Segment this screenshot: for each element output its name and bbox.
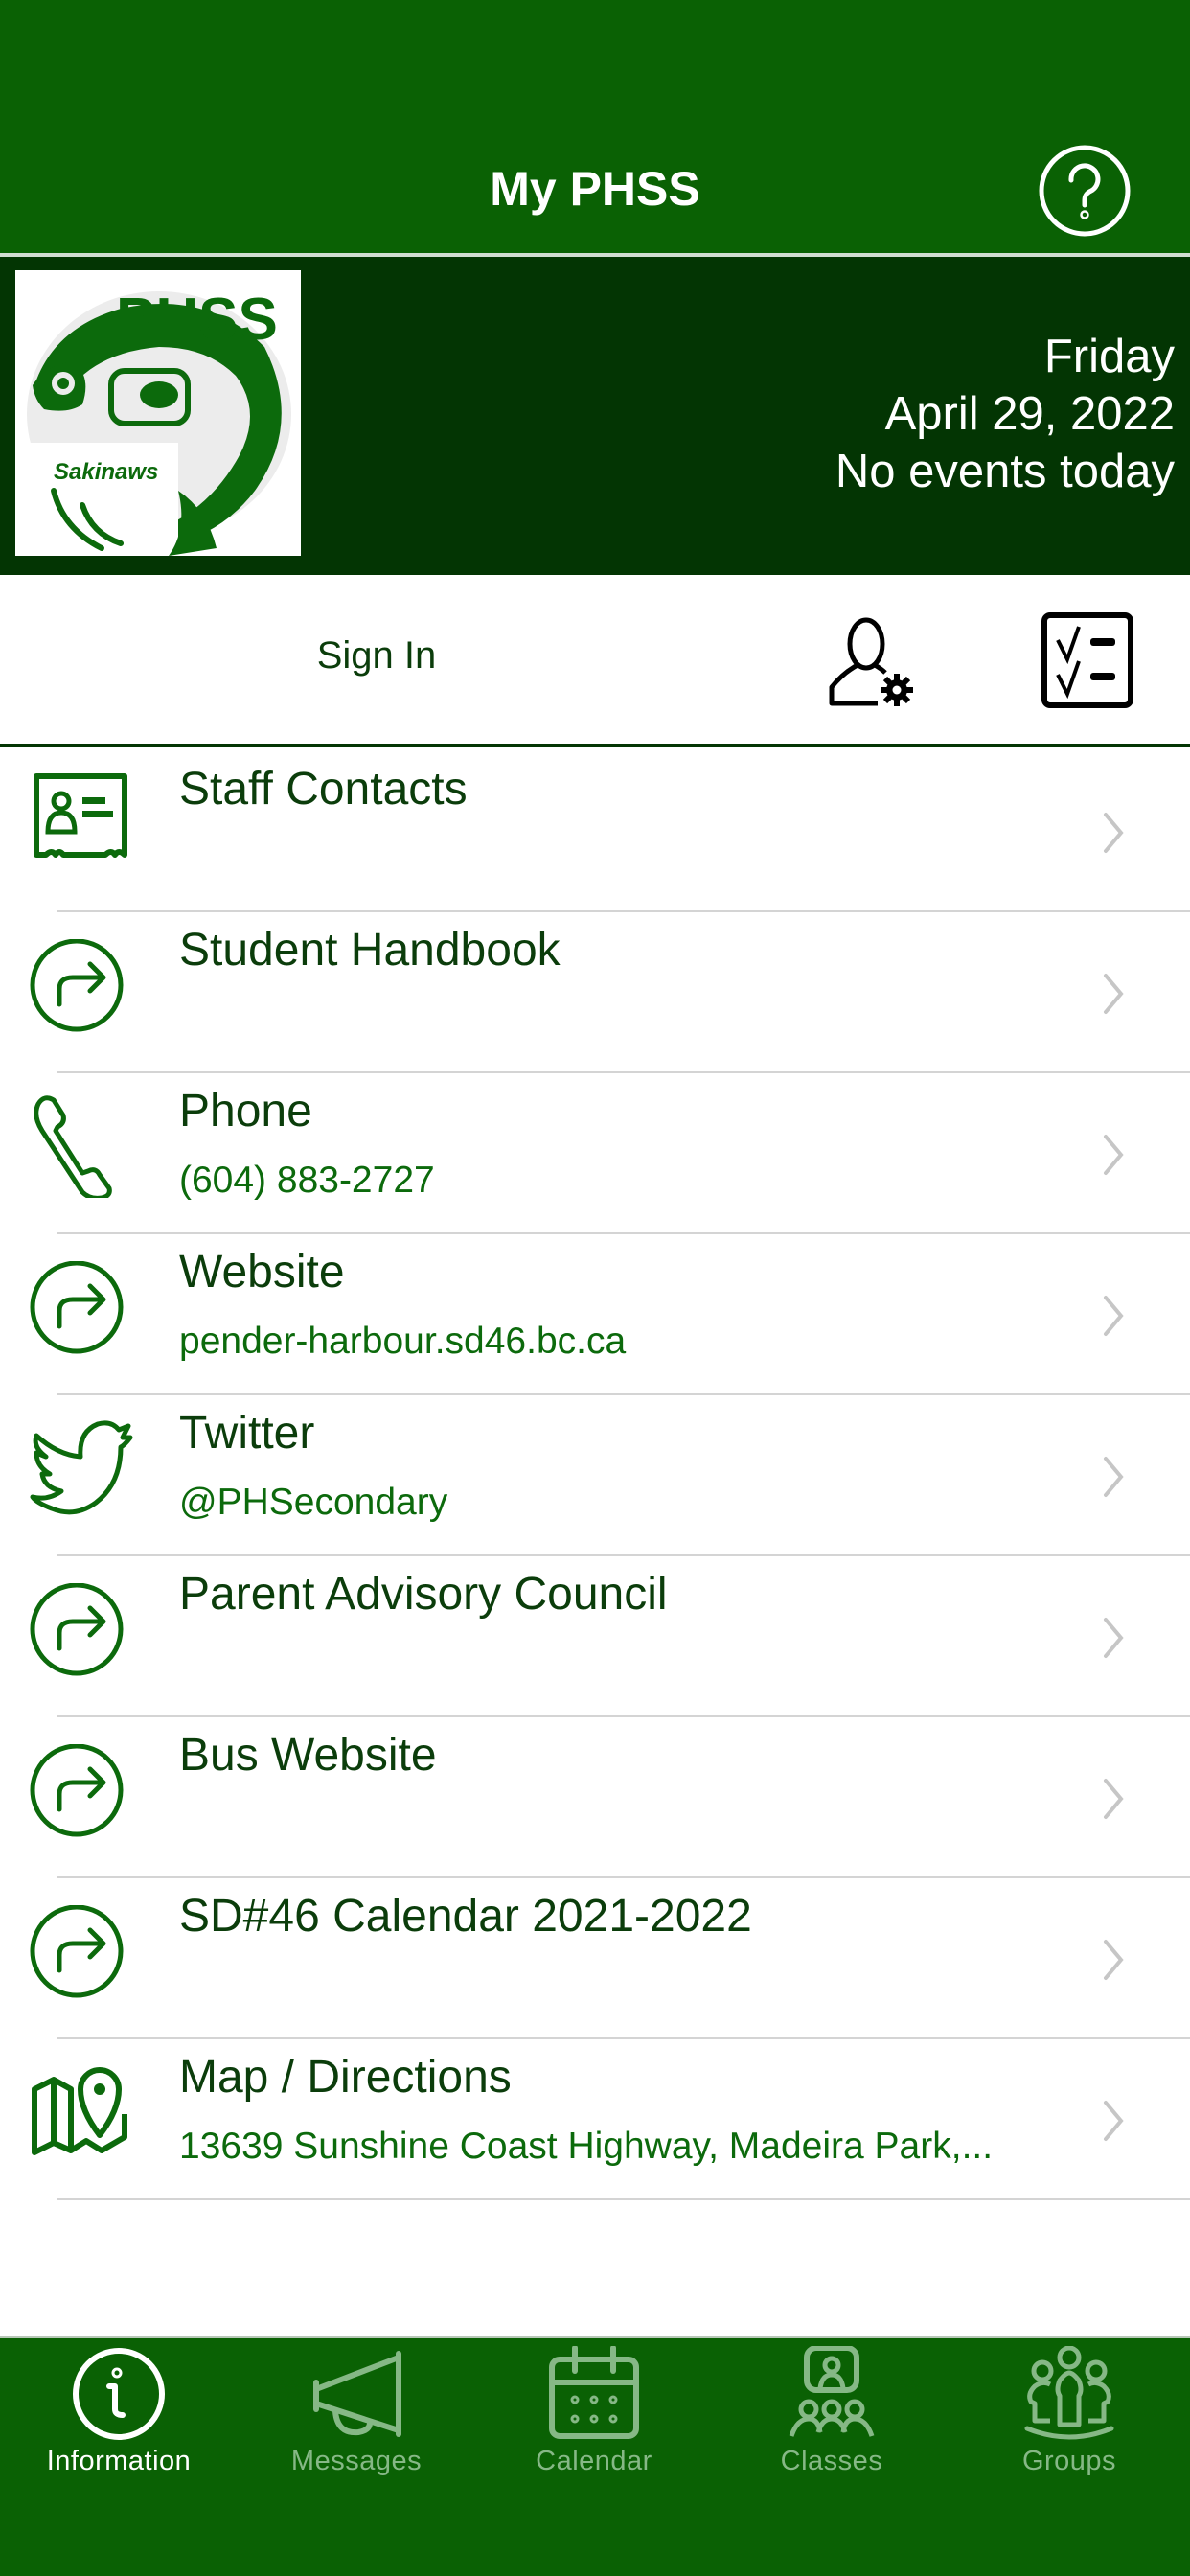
date-info: Friday April 29, 2022 No events today (835, 328, 1175, 500)
chevron-right-icon (1104, 1135, 1124, 1175)
list-item-twitter[interactable]: Twitter @PHSecondary (0, 1395, 1190, 1556)
logo-sakinaws-text: Sakinaws (54, 459, 158, 485)
chevron-right-icon (1104, 2101, 1124, 2141)
list-item-title: Parent Advisory Council (179, 1569, 668, 1620)
list-item-student-handbook[interactable]: Student Handbook (0, 912, 1190, 1073)
chevron-right-icon (1104, 1296, 1124, 1336)
chevron-right-icon (1104, 1940, 1124, 1980)
chevron-right-icon (1104, 1618, 1124, 1658)
list-item-title: Phone (179, 1086, 312, 1137)
external-link-icon (30, 939, 124, 1032)
list-item-title: Bus Website (179, 1730, 437, 1781)
tab-groups[interactable]: Groups (950, 2338, 1188, 2501)
logo-phss-text: PHSS (116, 287, 278, 353)
list-item-subtitle: @PHSecondary (179, 1482, 448, 1523)
list-item-title: SD#46 Calendar 2021-2022 (179, 1891, 752, 1942)
salmon-logo-icon: PHSS Sakinaws (15, 287, 291, 556)
map-pin-icon (32, 2067, 127, 2155)
list-item-title: Website (179, 1247, 345, 1298)
user-settings-icon (829, 617, 913, 706)
list-item-sd46-calendar[interactable]: SD#46 Calendar 2021-2022 (0, 1878, 1190, 2039)
school-logo: PHSS Sakinaws (15, 270, 301, 556)
tab-label: Classes (780, 2446, 883, 2476)
list-item-subtitle: 13639 Sunshine Coast Highway, Madeira Pa… (179, 2126, 994, 2167)
list-item-bus-website[interactable]: Bus Website (0, 1717, 1190, 1878)
chevron-right-icon (1104, 974, 1124, 1014)
info-list: Staff Contacts Student Handbook Phone (6… (0, 751, 1190, 2200)
page-title: My PHSS (490, 162, 700, 216)
date-label: April 29, 2022 (884, 388, 1175, 440)
sign-in-button[interactable]: Sign In (278, 634, 475, 678)
help-button[interactable] (1038, 144, 1132, 238)
list-item-staff-contacts[interactable]: Staff Contacts (0, 751, 1190, 912)
megaphone-icon (313, 2351, 401, 2437)
phone-icon (34, 1095, 112, 1198)
list-item-phone[interactable]: Phone (604) 883-2727 (0, 1073, 1190, 1234)
list-item-map-directions[interactable]: Map / Directions 13639 Sunshine Coast Hi… (0, 2039, 1190, 2200)
list-item-parent-advisory-council[interactable]: Parent Advisory Council (0, 1556, 1190, 1717)
list-item-title: Twitter (179, 1408, 315, 1459)
tab-messages[interactable]: Messages (238, 2338, 475, 2501)
chevron-right-icon (1104, 1779, 1124, 1819)
external-link-icon (30, 1905, 124, 1998)
checklist-icon (1041, 612, 1133, 708)
external-link-icon (30, 1583, 124, 1676)
chevron-right-icon (1104, 1457, 1124, 1497)
calendar-icon (549, 2346, 639, 2439)
nav-header: My PHSS (0, 0, 1190, 253)
day-label: Friday (1043, 331, 1175, 382)
tab-label: Information (46, 2446, 192, 2476)
tab-label: Groups (1021, 2446, 1117, 2476)
list-item-title: Map / Directions (179, 2052, 512, 2103)
chevron-right-icon (1104, 813, 1124, 853)
list-item-title: Student Handbook (179, 925, 561, 976)
twitter-bird-icon (30, 1420, 133, 1515)
classroom-icon (789, 2346, 875, 2437)
tab-calendar[interactable]: Calendar (475, 2338, 713, 2501)
list-item-subtitle: (604) 883-2727 (179, 1160, 435, 1201)
tab-label: Calendar (536, 2446, 652, 2476)
tab-label: Messages (290, 2446, 423, 2476)
tab-bar: Information Messages Calendar Classes Gr… (0, 2336, 1190, 2576)
profile-settings-button[interactable] (822, 615, 918, 711)
contact-card-icon (34, 773, 127, 858)
events-label: No events today (835, 446, 1175, 497)
tab-information[interactable]: Information (0, 2338, 238, 2501)
group-icon (1024, 2346, 1114, 2440)
external-link-icon (30, 1744, 124, 1837)
external-link-icon (30, 1261, 124, 1354)
list-item-title: Staff Contacts (179, 764, 468, 815)
list-item-subtitle: pender-harbour.sd46.bc.ca (179, 1321, 627, 1362)
signin-bar: Sign In (0, 575, 1190, 748)
question-circle-icon (1039, 145, 1131, 237)
school-banner: PHSS Sakinaws Friday April 29, 2022 No e… (0, 257, 1190, 575)
tab-classes[interactable]: Classes (713, 2338, 950, 2501)
list-item-website[interactable]: Website pender-harbour.sd46.bc.ca (0, 1234, 1190, 1395)
checklist-button[interactable] (1041, 611, 1140, 713)
info-icon (73, 2348, 165, 2440)
